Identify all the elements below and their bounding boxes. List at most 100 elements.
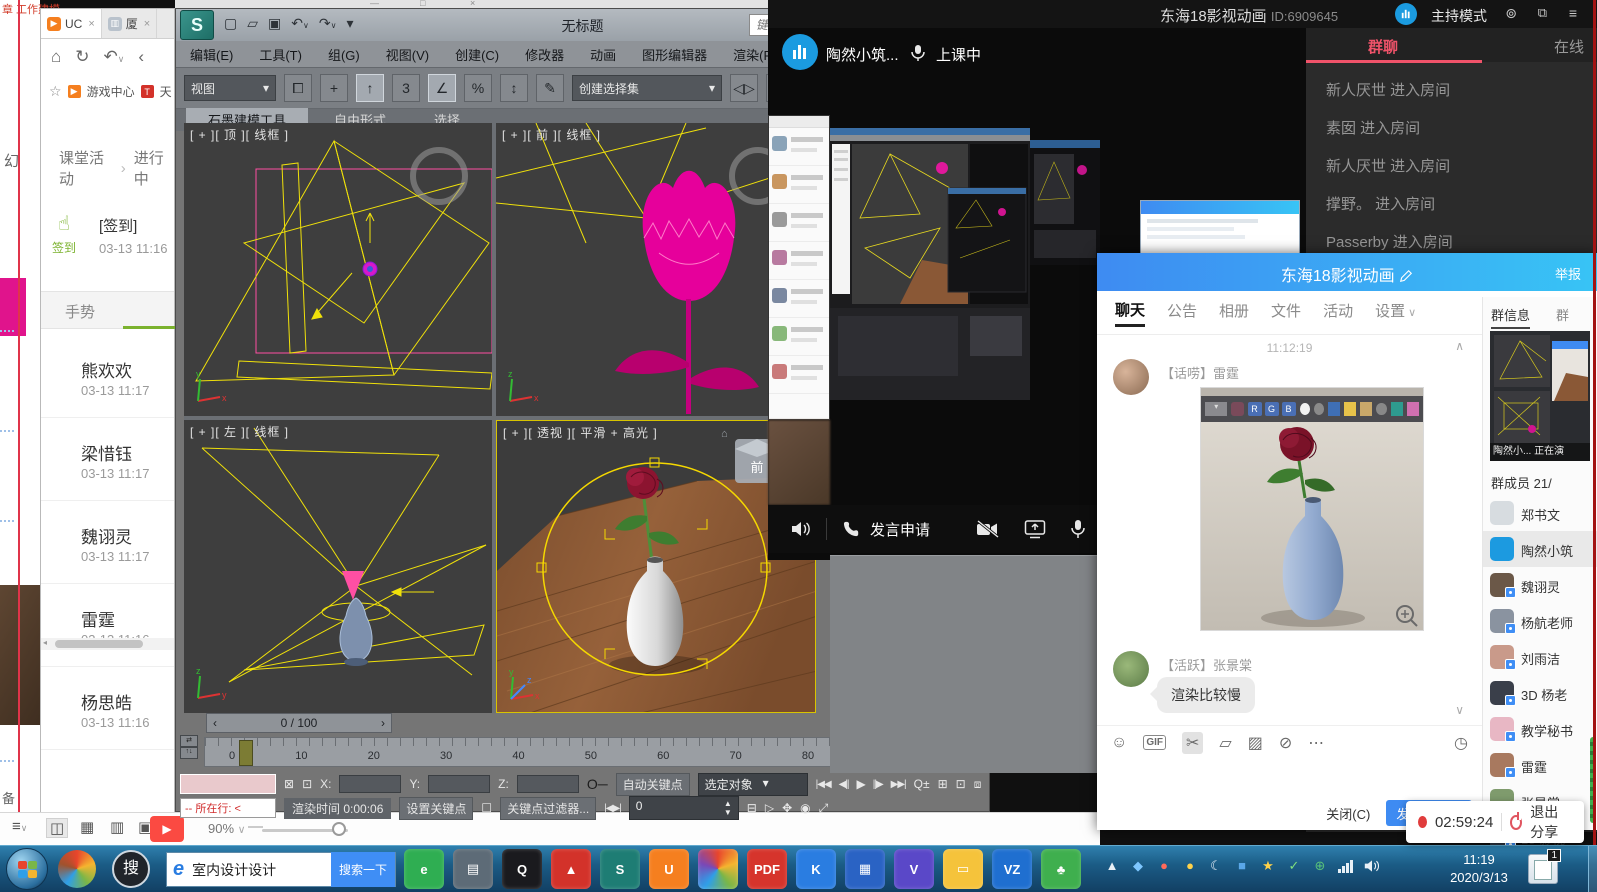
screen-share-preview[interactable] <box>830 128 1030 400</box>
message-alert-icon[interactable]: ⊘ <box>1279 733 1292 753</box>
taskbar-app-icon[interactable]: Q <box>502 849 542 889</box>
member-row[interactable]: 雷霆 <box>1483 747 1597 783</box>
menu-item[interactable]: 工具(T) <box>259 45 302 64</box>
message-area[interactable]: ∧ 11:12:19 【话唠】雷霆 ▾ RGB <box>1097 335 1482 725</box>
lock-selection-icon[interactable]: ⊠ <box>284 777 294 791</box>
taskbar-app-icon[interactable]: ▭ <box>943 849 983 889</box>
menu-item[interactable]: 编辑(E) <box>190 45 233 64</box>
notification-icon[interactable]: 1 <box>1528 854 1558 884</box>
bookmark-game-center[interactable]: 游戏中心 <box>87 83 135 100</box>
pan-hand-icon[interactable]: ✥ <box>782 801 792 815</box>
host-avatar[interactable] <box>782 34 818 70</box>
student-row[interactable]: 熊欢欢 03-13 11:17 <box>41 335 174 418</box>
chat-tab[interactable]: 聊天 ∨ <box>1115 299 1145 327</box>
taskbar-app-icon[interactable]: K <box>796 849 836 889</box>
send-file-icon[interactable]: ▱ <box>1219 733 1231 753</box>
tray-icon[interactable]: ✓ <box>1286 858 1302 874</box>
microphone-icon[interactable] <box>1070 519 1086 539</box>
viewport-top[interactable]: [ + ][ 顶 ][ 线框 ] <box>184 123 492 416</box>
tray-icon[interactable]: ● <box>1182 858 1198 874</box>
show-desktop-button[interactable] <box>1588 846 1597 892</box>
more-tools-icon[interactable]: ⋯ <box>1308 733 1324 753</box>
chat-tab[interactable]: 设置 ∨ <box>1375 300 1416 325</box>
student-row[interactable]: 雷霆 03-13 11:16 <box>41 584 174 667</box>
set-key-button[interactable]: 设置关键点 <box>399 797 473 820</box>
y-field[interactable] <box>428 775 490 793</box>
bookmark-tian[interactable]: 天 <box>160 83 172 100</box>
tray-icon[interactable]: ● <box>1156 858 1172 874</box>
message-input[interactable] <box>1097 759 1482 796</box>
chat-header[interactable]: 东海18影视动画 举报 <box>1097 253 1597 291</box>
tab-group-members[interactable]: 群 <box>1556 305 1569 329</box>
taskbar-app-icon[interactable]: ♣ <box>1041 849 1081 889</box>
percent-snap-icon[interactable]: % <box>464 74 492 102</box>
refresh-icon[interactable]: ↻ <box>75 47 89 67</box>
menu-icon[interactable]: ≡∨ <box>12 818 27 835</box>
sidebar-toggle-icon[interactable]: ◫ <box>46 818 68 838</box>
exit-share-button[interactable]: 退出分享 <box>1530 802 1572 842</box>
taskbar-app-icon[interactable]: e <box>404 849 444 889</box>
absolute-mode-icon[interactable]: ⊡ <box>302 777 312 791</box>
time-scrub-bar[interactable]: ‹ 0 / 100 › <box>206 713 392 733</box>
menu-hamburger-icon[interactable]: ≡ <box>1569 5 1577 21</box>
member-row[interactable]: 魏诩灵 <box>1483 567 1597 603</box>
play-animation-icon[interactable]: ▶ <box>857 777 865 791</box>
go-to-end-icon[interactable]: ▶▶| <box>891 779 906 790</box>
viewport-label[interactable]: [ + ][ 透视 ][ 平滑 + 高光 ] <box>503 424 658 441</box>
tray-icon[interactable]: ▲ <box>1104 858 1120 874</box>
screenshot-scissors-icon[interactable]: ✂ <box>1182 732 1203 754</box>
message-history-icon[interactable]: ◷ <box>1454 733 1468 753</box>
orbit-icon[interactable]: ◉ <box>800 801 810 815</box>
menu-item[interactable]: 动画 <box>590 45 616 64</box>
menu-item[interactable]: 创建(C) <box>455 45 499 64</box>
select-object-icon[interactable]: ↑ <box>356 74 384 102</box>
member-row[interactable]: 刘雨洁 <box>1483 639 1597 675</box>
sogou-browser-icon[interactable] <box>58 850 96 888</box>
prev-frame-icon[interactable]: ◀|| <box>839 779 849 790</box>
viewport-label[interactable]: [ + ][ 顶 ][ 线框 ] <box>190 126 289 143</box>
phone-icon[interactable] <box>843 520 862 539</box>
zoom-slider-handle[interactable] <box>332 822 346 836</box>
menu-item[interactable]: 修改器 <box>525 45 564 64</box>
scrub-right-icon[interactable]: › <box>381 716 385 730</box>
isolate-icon[interactable]: ▷ <box>765 801 774 815</box>
chat-tab[interactable]: 活动 ∨ <box>1323 300 1353 325</box>
browser-tab-uc[interactable]: ▶ UC × <box>41 9 102 38</box>
zoom-region-icon[interactable]: ⧈ <box>974 777 982 792</box>
open-minislider-icon[interactable]: ⇄ ↑↓ <box>180 735 202 769</box>
member-row[interactable]: 3D 杨老 <box>1483 675 1597 711</box>
maxscript-listener[interactable] <box>180 774 276 794</box>
student-row[interactable]: 杨思皓 03-13 11:16 <box>41 667 174 750</box>
zoom-all-icon[interactable]: ⊞ <box>938 777 948 791</box>
member-row[interactable]: 教学秘书 <box>1483 711 1597 747</box>
speaker-icon[interactable] <box>790 519 812 539</box>
tab-online[interactable]: 在线 <box>1554 36 1584 57</box>
taskbar-app-icon[interactable]: S <box>600 849 640 889</box>
taskbar-app-icon[interactable]: V <box>894 849 934 889</box>
tray-icon[interactable]: ■ <box>1234 858 1250 874</box>
named-selection-icon[interactable]: ✎ <box>536 74 564 102</box>
student-row[interactable]: 梁惜钰 03-13 11:17 <box>41 418 174 501</box>
maximize-viewport-icon[interactable]: ⤢ <box>819 801 829 816</box>
report-link[interactable]: 举报 <box>1555 264 1581 283</box>
zoom-extents-icon[interactable]: ⊡ <box>956 777 966 791</box>
move-tool-icon[interactable]: + <box>320 74 348 102</box>
breadcrumb-activity[interactable]: 课堂活动 <box>59 147 113 189</box>
close-chat-button[interactable]: 关闭(C) <box>1326 804 1370 823</box>
taskbar-app-icon[interactable]: ▤ <box>453 849 493 889</box>
selection-filter-dropdown[interactable]: 选定对象▾ <box>698 773 808 796</box>
menu-item[interactable]: 组(G) <box>328 45 360 64</box>
horizontal-scrollbar[interactable]: ◂ <box>41 638 174 650</box>
network-signal-icon[interactable] <box>1338 860 1353 873</box>
tab-group-info[interactable]: 群信息 <box>1491 305 1530 329</box>
time-slider-handle[interactable] <box>239 740 253 766</box>
tab-gesture[interactable]: 手势 <box>65 301 95 322</box>
host-mode-label[interactable]: 主持模式 <box>1431 6 1487 26</box>
taskbar-app-icon[interactable]: VZ <box>992 849 1032 889</box>
angle-snap-icon[interactable]: ∠ <box>428 74 456 102</box>
menu-item[interactable]: 视图(V) <box>386 45 429 64</box>
start-button[interactable] <box>6 848 48 890</box>
scrub-left-icon[interactable]: ‹ <box>213 716 217 730</box>
close-tab-icon[interactable]: × <box>88 18 94 30</box>
viewport-label[interactable]: [ + ][ 前 ][ 线框 ] <box>502 126 601 143</box>
